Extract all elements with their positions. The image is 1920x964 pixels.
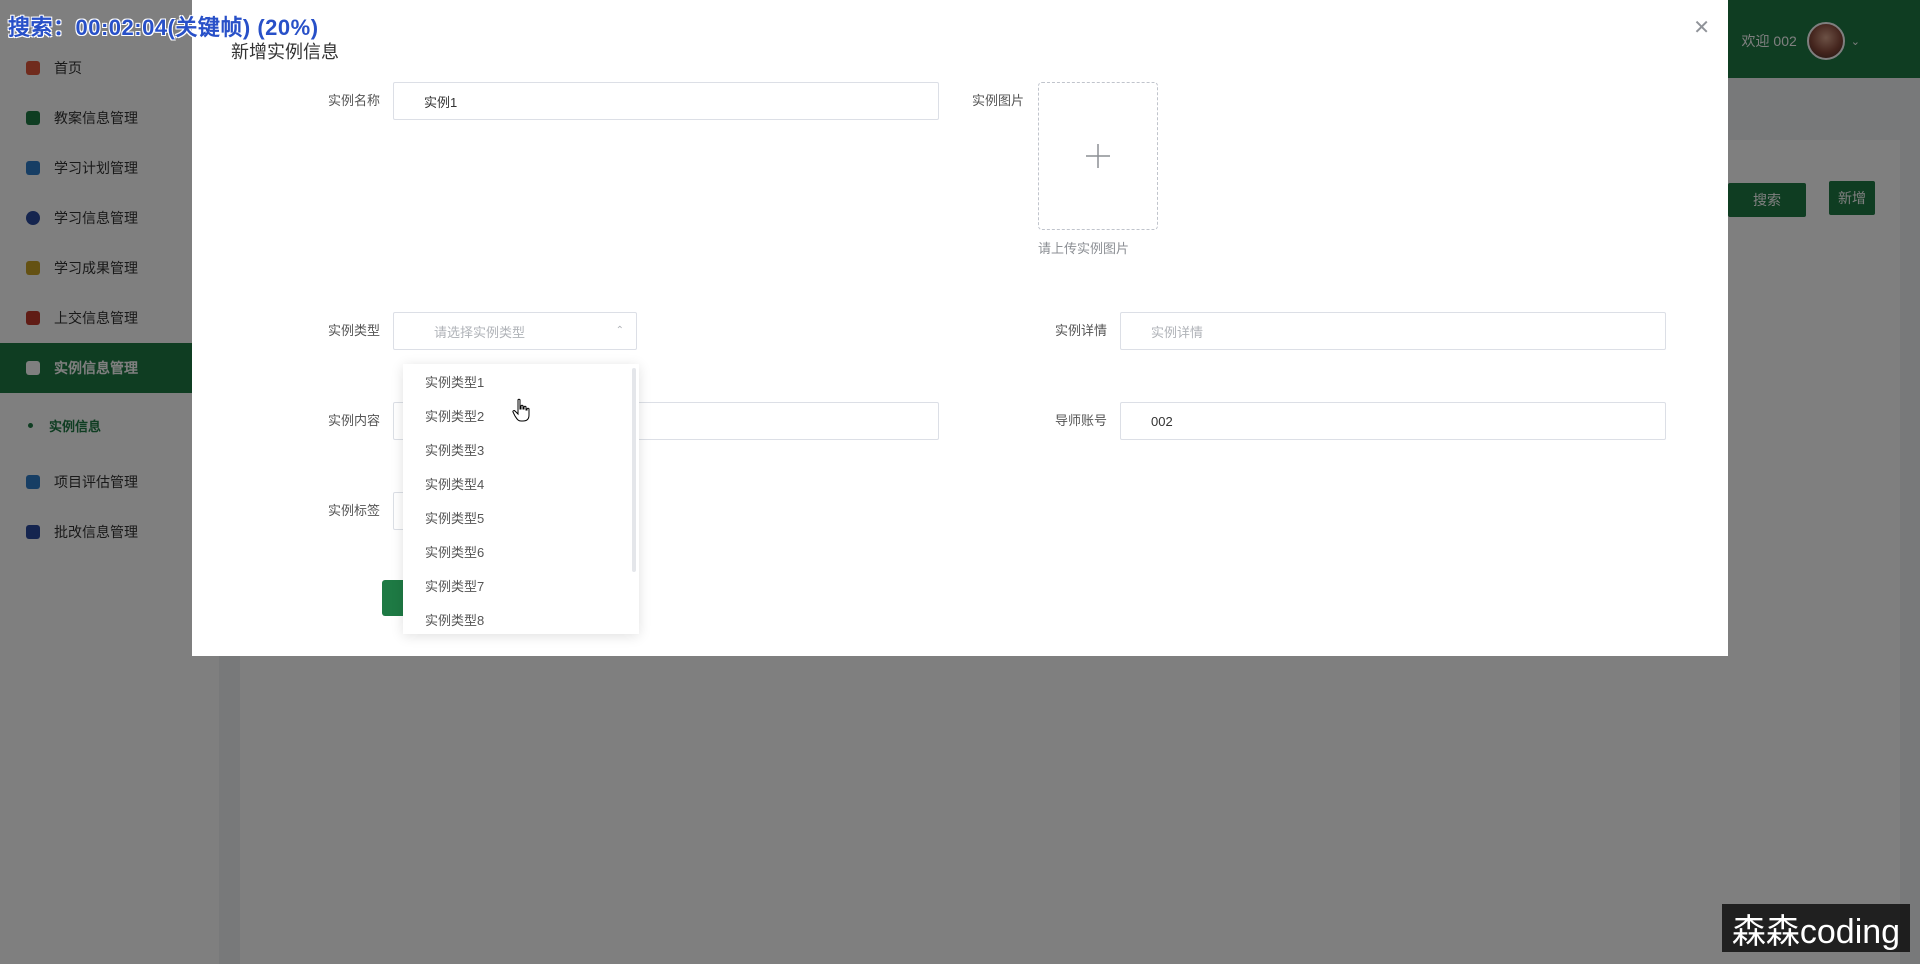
- dropdown-option[interactable]: 实例类型4: [403, 466, 639, 500]
- image-label: 实例图片: [971, 93, 1024, 108]
- dropdown-option[interactable]: 实例类型1: [403, 364, 639, 398]
- add-example-dialog: 新增实例信息 ✕ 实例名称 实例1 实例图片 请上传实例图片 实例类型 请选择实…: [192, 0, 1728, 656]
- account-label: 导师账号: [1054, 413, 1107, 428]
- hand-cursor-icon: [512, 398, 530, 422]
- name-input[interactable]: 实例1: [393, 82, 939, 120]
- close-icon[interactable]: ✕: [1693, 18, 1710, 38]
- upload-hint: 请上传实例图片: [1038, 241, 1130, 256]
- tag-label: 实例标签: [327, 503, 380, 518]
- video-osd-text: 搜索：00:02:04(关键帧) (20%): [8, 15, 319, 40]
- detail-label: 实例详情: [1054, 323, 1107, 338]
- detail-input[interactable]: 实例详情: [1120, 312, 1666, 350]
- type-select-placeholder: 请选择实例类型: [434, 324, 526, 340]
- chevron-up-icon: ⌃: [615, 325, 624, 336]
- image-upload[interactable]: [1038, 82, 1158, 230]
- type-label: 实例类型: [327, 323, 380, 338]
- plus-icon: [1086, 144, 1110, 168]
- dropdown-scrollbar[interactable]: [632, 368, 636, 572]
- watermark: 森森coding: [1722, 904, 1910, 952]
- type-select[interactable]: 请选择实例类型 ⌃: [393, 312, 637, 350]
- content-label: 实例内容: [327, 413, 380, 428]
- dropdown-option[interactable]: 实例类型5: [403, 500, 639, 534]
- dropdown-option[interactable]: 实例类型3: [403, 432, 639, 466]
- dropdown-option[interactable]: 实例类型8: [403, 602, 639, 634]
- dropdown-option[interactable]: 实例类型7: [403, 568, 639, 602]
- name-label: 实例名称: [327, 93, 380, 108]
- dropdown-option[interactable]: 实例类型6: [403, 534, 639, 568]
- account-input[interactable]: 002: [1120, 402, 1666, 440]
